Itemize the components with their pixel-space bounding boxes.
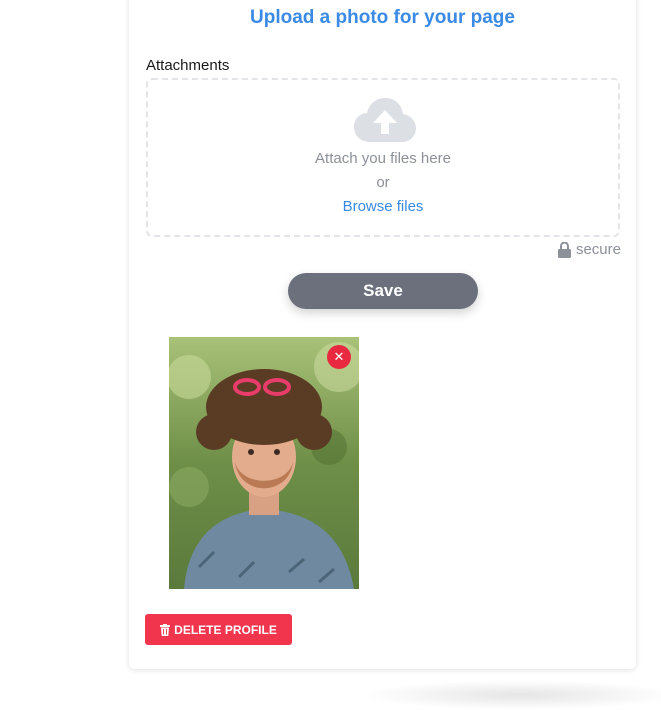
page-shadow <box>360 680 661 710</box>
secure-label: secure <box>575 241 621 258</box>
profile-photo-image <box>169 337 359 589</box>
page-title: Upload a photo for your page <box>250 7 515 28</box>
delete-profile-label: DELETE PROFILE <box>174 622 277 637</box>
save-button[interactable]: Save <box>288 273 478 309</box>
browse-files-link[interactable]: Browse files <box>148 198 618 215</box>
profile-photo <box>169 337 359 589</box>
dropzone-or-text: or <box>376 174 390 191</box>
secure-indicator: secure <box>557 241 621 258</box>
cloud-upload-icon <box>354 98 416 142</box>
lock-icon <box>557 241 571 258</box>
attachments-label: Attachments <box>146 57 230 74</box>
file-dropzone[interactable]: Attach you files here or Browse files <box>146 78 620 237</box>
delete-profile-button[interactable]: DELETE PROFILE <box>145 614 292 645</box>
upload-card: Upload a photo for your page Attachments… <box>129 0 636 669</box>
trash-icon <box>160 623 171 636</box>
close-icon: ✕ <box>333 349 345 364</box>
dropzone-text: Attach you files here <box>315 150 451 167</box>
remove-photo-button[interactable]: ✕ <box>327 345 351 369</box>
